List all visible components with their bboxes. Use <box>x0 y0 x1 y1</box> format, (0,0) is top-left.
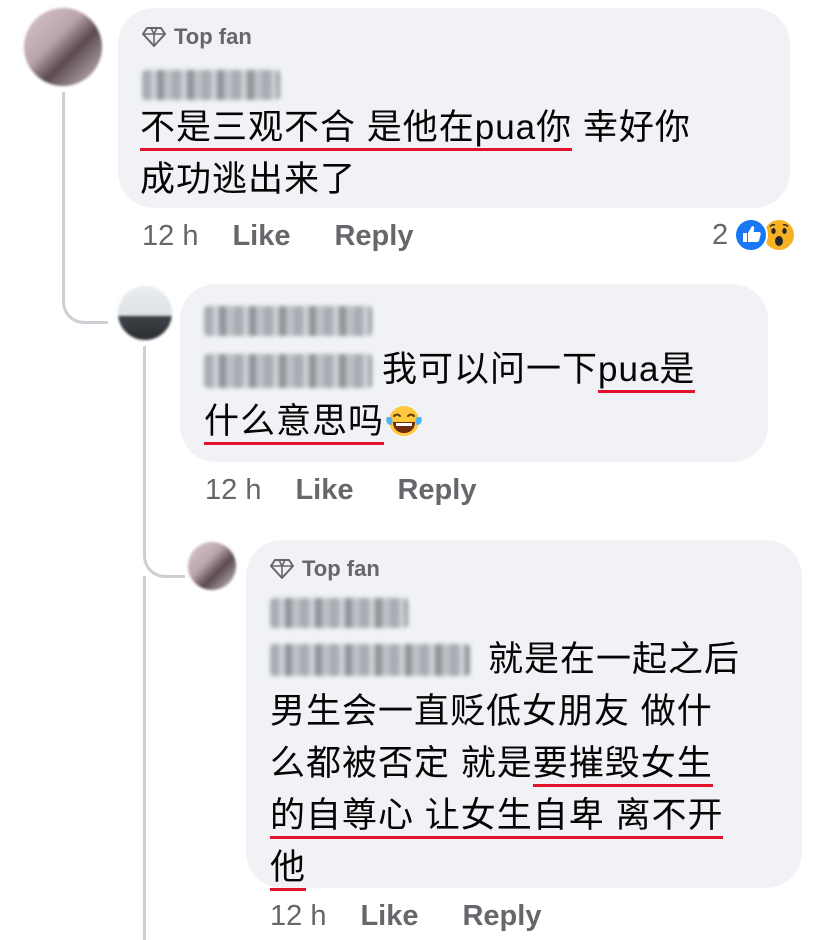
text-segment: 成功逃出来了 <box>140 160 357 199</box>
text-line: 么都被否定 就是要摧毁女生 <box>270 738 740 790</box>
diamond-icon <box>142 27 166 47</box>
text-segment: 男生会一直贬低女朋友 做什 <box>270 692 713 731</box>
reaction-count: 2 <box>712 218 729 251</box>
underlined-text: 不是三观不合 是他在pua你 <box>140 108 573 151</box>
timestamp[interactable]: 12 h <box>142 220 198 253</box>
text-line: 他 <box>270 842 740 894</box>
avatar[interactable] <box>24 8 102 86</box>
text-line: 男生会一直贬低女朋友 做什 <box>270 686 740 738</box>
timestamp[interactable]: 12 h <box>205 474 261 507</box>
underlined-text: 要摧毁女生 <box>532 744 713 787</box>
reaction-summary[interactable]: 2 <box>712 218 797 252</box>
thread-curve-1 <box>62 240 108 324</box>
text-segment: 我可以问一下 <box>382 350 599 389</box>
diamond-icon <box>270 559 294 579</box>
comment-bubble: Top fan 不是三观不合 是他在pua你 幸好你 成功逃出来了 <box>118 8 790 208</box>
comment-actions: 12 h Like Reply <box>270 900 585 933</box>
text-line: 不是三观不合 是他在pua你 幸好你 <box>140 102 691 154</box>
like-button[interactable]: Like <box>360 900 418 933</box>
author-name-redacted[interactable] <box>270 598 408 628</box>
thread-line-main <box>62 92 65 242</box>
thread-line-reply-tail <box>143 576 146 940</box>
timestamp[interactable]: 12 h <box>270 900 326 933</box>
like-button[interactable]: Like <box>232 220 290 253</box>
comment-text: 就是在一起之后 男生会一直贬低女朋友 做什 么都被否定 就是要摧毁女生 的自尊心… <box>270 634 740 894</box>
reply-button[interactable]: Reply <box>334 220 413 253</box>
comment-bubble: Top fan 就是在一起之后 男生会一直贬低女朋友 做什 么都被否定 就是要摧… <box>246 540 802 891</box>
like-button[interactable]: Like <box>295 474 353 507</box>
comment-actions: 12 h Like Reply <box>205 474 520 507</box>
tears-of-joy-emoji-icon <box>386 406 422 436</box>
comment-text: 不是三观不合 是他在pua你 幸好你 成功逃出来了 <box>140 102 691 206</box>
text-line: 什么意思吗 <box>204 396 695 448</box>
comment-bubble: 我可以问一下pua是 什么意思吗 <box>180 284 768 462</box>
text-line: 就是在一起之后 <box>270 634 740 686</box>
underlined-text: pua是 <box>598 350 696 393</box>
author-name-redacted[interactable] <box>204 306 372 336</box>
reply-button[interactable]: Reply <box>397 474 476 507</box>
underlined-text: 他 <box>270 848 307 891</box>
text-segment: 么都被否定 就是 <box>270 744 533 783</box>
text-segment: 就是在一起之后 <box>488 640 741 679</box>
top-fan-label: Top fan <box>302 556 380 581</box>
comment-text: 我可以问一下pua是 什么意思吗 <box>204 344 696 448</box>
reply-button[interactable]: Reply <box>462 900 541 933</box>
text-segment: 幸好你 <box>572 108 691 147</box>
avatar[interactable] <box>188 542 236 590</box>
top-fan-badge: Top fan <box>270 556 380 582</box>
text-line: 的自尊心 让女生自卑 离不开 <box>270 790 740 842</box>
top-fan-label: Top fan <box>174 24 252 49</box>
text-line: 我可以问一下pua是 <box>204 344 696 396</box>
thread-line-reply <box>143 346 146 536</box>
thread-curve-2 <box>143 534 185 578</box>
underlined-text: 的自尊心 让女生自卑 离不开 <box>270 796 724 839</box>
like-reaction-icon <box>734 218 769 252</box>
underlined-text: 什么意思吗 <box>204 402 385 445</box>
avatar[interactable] <box>118 286 172 340</box>
top-fan-badge: Top fan <box>142 24 252 50</box>
text-line: 成功逃出来了 <box>140 154 691 206</box>
comment-actions: 12 h Like Reply <box>142 220 457 253</box>
author-name-redacted[interactable] <box>142 70 280 100</box>
